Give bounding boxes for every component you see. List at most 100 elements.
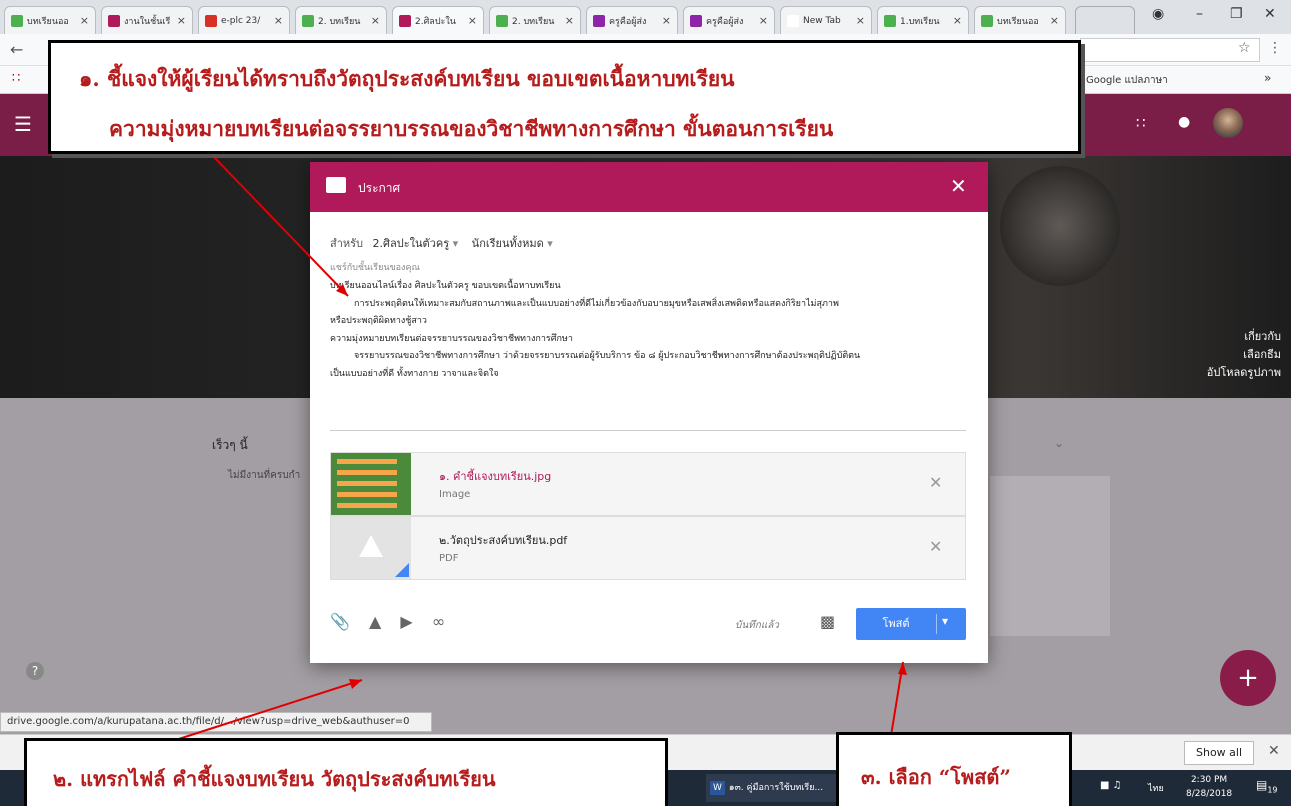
attachment-name[interactable]: ๒.วัตถุประสงค์บทเรียน.pdf [439,531,567,549]
browser-tab[interactable]: 2. บทเรียน × [489,6,581,34]
browser-tab[interactable]: 2.ศิลปะใน × [392,6,484,34]
attachment-type: Image [439,489,471,500]
browser-tab[interactable]: บทเรียนออ × [4,6,96,34]
star-icon[interactable]: ☆ [1238,40,1251,56]
tab-close-icon[interactable]: × [953,14,962,27]
tab-label: New Tab [803,15,841,26]
callout-step-2: ๒. แทรกไฟล์ คำชี้แจงบทเรียน วัตถุประสงค์… [24,738,668,806]
menu-icon[interactable]: ⋮ [1268,40,1282,56]
body-line: การประพฤติตนให้เหมาะสมกับสถานภาพและเป็นแ… [354,298,839,309]
close-downloads-icon[interactable]: ✕ [1268,743,1280,759]
chevron-down-icon[interactable]: ⌄ [1054,436,1064,450]
language-indicator[interactable]: ไทย [1148,781,1164,795]
remove-attachment-icon[interactable]: ✕ [929,473,942,492]
remove-attachment-icon[interactable]: ✕ [929,537,942,556]
back-icon[interactable]: ← [10,40,23,59]
post-button[interactable]: โพสต์ [856,608,936,640]
tab-favicon-icon [399,14,411,27]
image-thumbnail [331,453,411,515]
banner-upload-photo-link[interactable]: อัปโหลดรูปภาพ [1207,364,1281,382]
tab-close-icon[interactable]: × [759,14,768,27]
dialog-title: ประกาศ [358,181,401,195]
attachment-name[interactable]: ๑. คำชี้แจงบทเรียน.jpg [439,467,551,485]
body-line: ความมุ่งหมายบทเรียนต่อจรรยาบรรณของวิชาชี… [330,333,573,344]
tab-label: บทเรียนออ [997,16,1039,27]
notification-icon[interactable]: ● [1178,114,1190,130]
class-select[interactable]: 2.ศิลปะในตัวครู ▾ [373,237,459,250]
tab-close-icon[interactable]: × [371,14,380,27]
apps-icon[interactable]: ∷ [12,71,20,86]
close-icon[interactable]: ✕ [950,174,967,198]
drive-icon[interactable]: ▲ [369,612,381,631]
announcement-body[interactable]: บทเรียนออนไลน์เรื่อง ศิลปะในตัวครู ขอบเข… [330,278,966,383]
minimize-icon[interactable]: – [1196,6,1203,22]
youtube-icon[interactable]: ▶ [400,612,412,631]
link-icon[interactable]: ∞ [432,612,445,631]
trash-icon[interactable]: ▩ [820,612,835,631]
tab-label: e-plc 23/ [221,15,261,26]
browser-tab[interactable]: 2. บทเรียน × [295,6,387,34]
side-card [990,476,1110,636]
tab-favicon-icon [787,14,799,27]
tab-label: 2. บทเรียน [512,16,555,27]
callout-step-2-text: ๒. แทรกไฟล์ คำชี้แจงบทเรียน วัตถุประสงค์… [53,767,496,791]
browser-tab[interactable]: ครูคือผู้ส่ง × [586,6,678,34]
body-line: จรรยาบรรณของวิชาชีพทางการศึกษา ว่าด้วยจร… [354,351,861,361]
status-url: drive.google.com/a/kurupatana.ac.th/file… [0,712,432,732]
bookmark-translate[interactable]: Google แปลภาษา [1086,73,1168,88]
tab-close-icon[interactable]: × [565,14,574,27]
tab-favicon-icon [108,14,120,27]
dialog-header: ประกาศ ✕ [310,162,988,212]
show-all-button[interactable]: Show all [1184,741,1254,765]
tray-icons[interactable]: ■ ♫ [1100,780,1122,791]
omnibox[interactable] [1080,38,1260,62]
browser-tab[interactable]: 1.บทเรียน × [877,6,969,34]
banner-about-link[interactable]: เกี่ยวกับ [1207,328,1281,346]
tab-close-icon[interactable]: × [856,14,865,27]
audience-row: สำหรับ 2.ศิลปะในตัวครู ▾ นักเรียนทั้งหมด… [330,234,553,252]
body-line: เป็นแบบอย่างที่ดี ทั้งทางกาย วาจาและจิตใ… [330,368,499,379]
browser-tab[interactable]: งานในชั้นเรี × [101,6,193,34]
browser-tab[interactable]: New Tab × [780,6,872,34]
body-line: บทเรียนออนไลน์เรื่อง ศิลปะในตัวครู ขอบเข… [330,281,561,291]
share-placeholder: แชร์กับชั้นเรียนของคุณ [330,263,420,273]
post-dropdown-icon[interactable]: ▾ [942,614,948,628]
hamburger-icon[interactable]: ☰ [14,112,32,136]
restore-icon[interactable]: ❐ [1230,6,1243,22]
saved-status: บันทึกแล้ว [735,620,780,631]
paperclip-icon[interactable]: 📎 [330,612,350,631]
upcoming-empty: ไม่มีงานที่ครบกำ [228,470,301,481]
clock[interactable]: 2:30 PM 8/28/2018 [1186,773,1232,801]
browser-tab[interactable]: e-plc 23/ × [198,6,290,34]
callout-step-1-line1: ๑. ชี้แจงให้ผู้เรียนได้ทราบถึงวัตถุประสง… [79,66,735,91]
tab-favicon-icon [690,14,702,27]
audience-select[interactable]: นักเรียนทั้งหมด ▾ [472,237,553,250]
tab-close-icon[interactable]: × [177,14,186,27]
tab-close-icon[interactable]: × [80,14,89,27]
banner-select-theme-link[interactable]: เลือกธีม [1207,346,1281,364]
notification-center-icon[interactable]: ▤19 [1256,778,1278,794]
apps-grid-icon[interactable]: ∷ [1136,114,1146,132]
callout-step-3-text: ๓. เลือก “โพสต์” [861,765,1011,789]
tab-close-icon[interactable]: × [662,14,671,27]
tab-close-icon[interactable]: × [1050,14,1059,27]
tab-close-icon[interactable]: × [468,14,477,27]
add-fab-button[interactable]: + [1220,650,1276,706]
tab-favicon-icon [302,14,314,27]
new-tab-button[interactable] [1075,6,1135,34]
taskbar-word-item[interactable]: W ๑๓. คู่มือการใช้บทเรีย... [706,774,856,802]
upcoming-title: เร็วๆ นี้ [212,438,248,452]
avatar[interactable] [1213,108,1243,138]
banner-menu: เกี่ยวกับ เลือกธีม อัปโหลดรูปภาพ [1207,328,1281,382]
help-icon[interactable]: ? [26,662,44,680]
close-window-icon[interactable]: ✕ [1264,6,1276,22]
body-line: หรือประพฤติผิดทางชู้สาว [330,316,427,326]
attachment-item[interactable]: ๒.วัตถุประสงค์บทเรียน.pdf PDF ✕ [330,516,966,580]
profile-icon[interactable]: ◉ [1152,6,1164,22]
browser-tab[interactable]: บทเรียนออ × [974,6,1066,34]
tab-close-icon[interactable]: × [274,14,283,27]
bookmarks-more-icon[interactable]: » [1264,71,1271,85]
attach-toolbar: 📎 ▲ ▶ ∞ [330,612,445,631]
browser-tab[interactable]: ครูคือผู้ส่ง × [683,6,775,34]
attachment-item[interactable]: ๑. คำชี้แจงบทเรียน.jpg Image ✕ [330,452,966,516]
